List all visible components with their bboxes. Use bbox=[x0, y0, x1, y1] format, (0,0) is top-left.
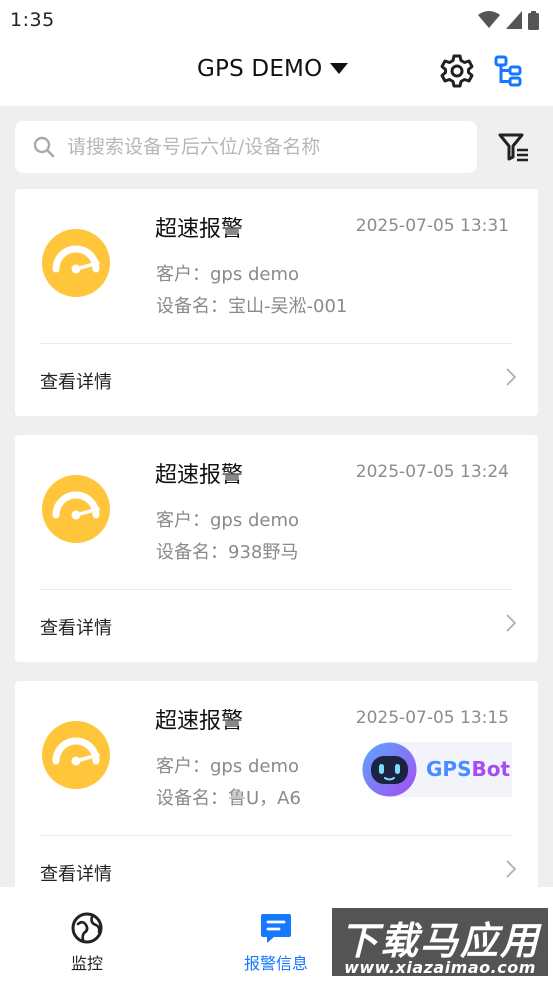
robot-icon bbox=[362, 742, 417, 797]
watermark-url: www.xiazaimao.com bbox=[344, 958, 536, 977]
chevron-right-icon bbox=[506, 368, 516, 386]
app-header: GPS DEMO bbox=[0, 40, 553, 106]
view-details-label: 查看详情 bbox=[40, 618, 112, 639]
alarm-time: 2025-07-05 13:15 bbox=[355, 708, 509, 728]
tab-monitor[interactable]: 监控 bbox=[27, 887, 147, 983]
alarm-message-icon bbox=[261, 914, 291, 943]
view-details-row[interactable]: 查看详情 bbox=[15, 344, 538, 416]
view-details-row[interactable]: 查看详情 bbox=[15, 590, 538, 662]
watermark-title: 下载马应用 bbox=[339, 919, 540, 963]
org-tree-icon bbox=[494, 55, 522, 87]
filter-button[interactable] bbox=[498, 132, 532, 166]
chevron-right-icon bbox=[506, 614, 516, 632]
watermark-logo: 下载马应用 www.xiazaimao.com bbox=[330, 906, 550, 978]
battery-icon bbox=[528, 10, 539, 30]
caret-down-icon bbox=[330, 63, 349, 74]
view-details-label: 查看详情 bbox=[40, 864, 112, 885]
alarm-time: 2025-07-05 13:31 bbox=[355, 216, 509, 236]
monitor-icon bbox=[71, 912, 103, 944]
tab-label: 监控 bbox=[70, 954, 103, 973]
settings-button[interactable] bbox=[440, 54, 474, 88]
view-details-label: 查看详情 bbox=[40, 372, 112, 393]
speedometer-icon bbox=[42, 721, 110, 789]
gear-icon bbox=[440, 54, 474, 88]
alarm-card: 超速报警 2025-07-05 13:24 客户：gps demo 设备名：93… bbox=[15, 435, 538, 662]
device-tree-button[interactable] bbox=[492, 54, 526, 88]
system-icons bbox=[478, 10, 539, 30]
alarm-device-name: 设备名：938野马 bbox=[156, 542, 299, 563]
gpsbot-float-button[interactable]: GPSBot bbox=[362, 742, 512, 797]
filter-icon bbox=[498, 133, 528, 162]
speedometer-icon bbox=[42, 475, 110, 543]
wifi-icon bbox=[478, 11, 500, 28]
alarm-customer: 客户：gps demo bbox=[156, 756, 299, 777]
search-input[interactable] bbox=[67, 136, 447, 158]
alarm-card: 超速报警 2025-07-05 13:31 客户：gps demo 设备名：宝山… bbox=[15, 189, 538, 416]
tab-label: 报警信息 bbox=[243, 954, 308, 973]
page-title: GPS DEMO bbox=[197, 56, 323, 82]
account-switcher[interactable]: GPS DEMO bbox=[197, 56, 349, 82]
signal-icon bbox=[506, 11, 522, 29]
search-box bbox=[15, 121, 477, 173]
alarm-title: 超速报警 bbox=[155, 709, 244, 734]
alarm-title: 超速报警 bbox=[155, 217, 244, 242]
status-bar: 1:35 bbox=[0, 0, 553, 40]
alarm-device-name: 设备名：宝山-吴淞-001 bbox=[156, 296, 348, 317]
alarm-time: 2025-07-05 13:24 bbox=[355, 462, 509, 482]
status-time: 1:35 bbox=[10, 9, 55, 31]
gpsbot-label: GPSBot bbox=[426, 757, 511, 781]
search-icon bbox=[33, 136, 55, 158]
alarm-device-name: 设备名：鲁U，A6 bbox=[156, 788, 301, 809]
search-row bbox=[0, 106, 553, 186]
alarm-title: 超速报警 bbox=[155, 463, 244, 488]
alarm-customer: 客户：gps demo bbox=[156, 264, 299, 285]
alarm-customer: 客户：gps demo bbox=[156, 510, 299, 531]
chevron-right-icon bbox=[506, 860, 516, 878]
speedometer-icon bbox=[42, 229, 110, 297]
tab-alarm-info[interactable]: 报警信息 bbox=[216, 887, 336, 983]
